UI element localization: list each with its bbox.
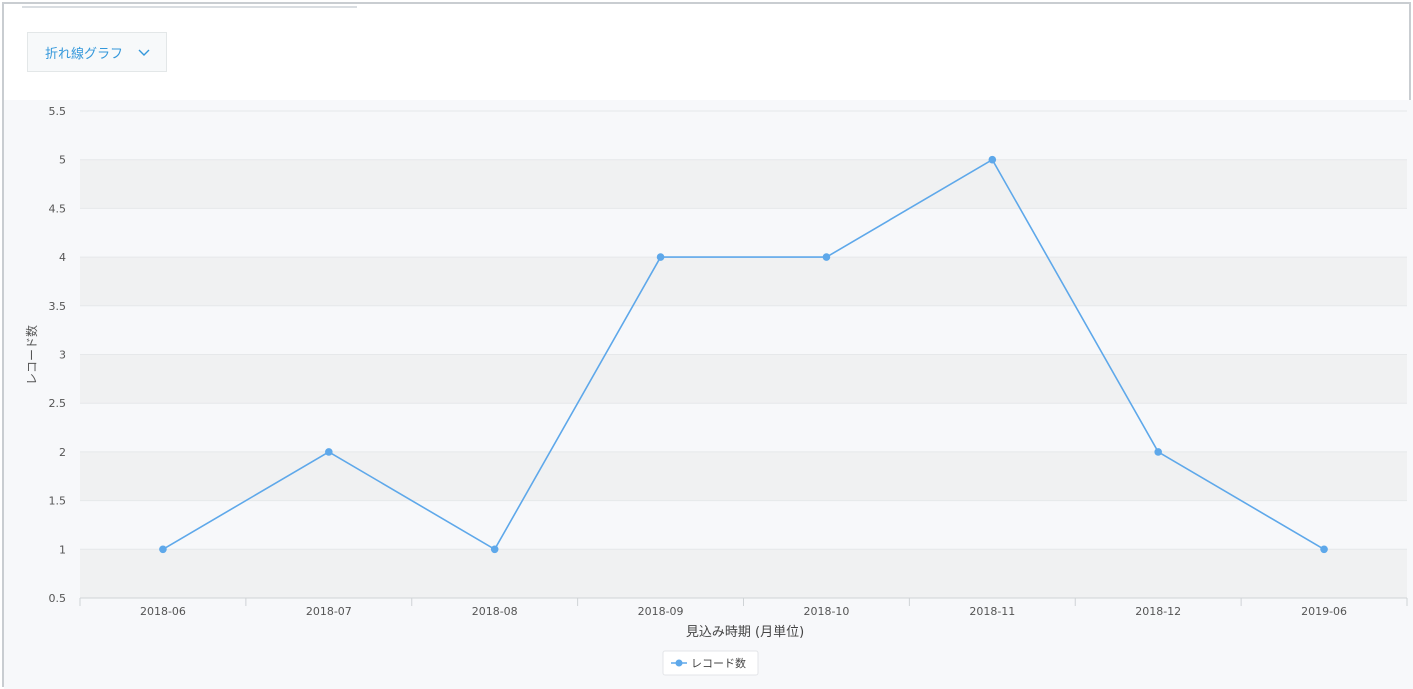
data-point[interactable] xyxy=(1154,448,1162,456)
y-tick-label: 4 xyxy=(59,251,66,264)
data-point[interactable] xyxy=(490,545,499,554)
y-axis-label: レコード数 xyxy=(24,325,39,385)
y-tick-label: 4.5 xyxy=(49,202,67,215)
chart-type-dropdown[interactable]: 折れ線グラフ xyxy=(27,32,167,72)
y-tick-label: 1 xyxy=(59,543,66,556)
data-point[interactable] xyxy=(656,253,665,261)
grid-band xyxy=(80,354,1407,404)
x-tick-label: 2019-06 xyxy=(1301,605,1347,618)
x-tick-label: 2018-06 xyxy=(140,605,186,618)
y-tick-label: 5 xyxy=(59,154,66,167)
grid-band xyxy=(80,451,1407,501)
x-tick-label: 2018-11 xyxy=(969,605,1015,618)
x-tick-label: 2018-12 xyxy=(1135,605,1181,618)
x-tick-label: 2018-08 xyxy=(472,605,518,618)
data-point[interactable] xyxy=(822,253,831,261)
chart-frame: 0.5 1 1.5 2 2.5 3 3.5 4 4.5 5 5.5 2018-06 2018-07 20… xyxy=(2,2,1413,689)
x-tick-label: 2018-07 xyxy=(306,605,352,618)
y-tick-label: 2.5 xyxy=(49,397,67,410)
legend-label: レコード数 xyxy=(691,657,746,670)
y-tick-label: 5.5 xyxy=(49,105,67,118)
x-axis-label: 見込み時期 (月単位) xyxy=(686,624,804,640)
x-tick-label: 2018-10 xyxy=(803,605,849,618)
grid-band xyxy=(80,549,1407,598)
y-tick-label: 3 xyxy=(59,349,66,362)
data-point[interactable] xyxy=(325,448,333,456)
data-point[interactable] xyxy=(159,545,167,554)
grid-band xyxy=(80,257,1407,306)
legend-point-marker xyxy=(675,659,683,667)
legend[interactable]: レコード数 xyxy=(662,650,759,676)
y-tick-label: 0.5 xyxy=(49,592,67,605)
chevron-down-icon xyxy=(137,45,151,59)
line-chart: 0.5 1 1.5 2 2.5 3 3.5 4 4.5 5 5.5 2018-06 2018-07 20… xyxy=(4,100,1413,689)
x-tick-label: 2018-09 xyxy=(638,605,684,618)
data-point[interactable] xyxy=(988,155,997,164)
y-tick-label: 2 xyxy=(59,446,66,459)
y-tick-label: 1.5 xyxy=(49,495,67,508)
data-point[interactable] xyxy=(1320,545,1328,554)
y-tick-label: 3.5 xyxy=(49,300,67,313)
chart-type-label: 折れ線グラフ xyxy=(45,46,124,62)
grid-band xyxy=(80,159,1407,209)
